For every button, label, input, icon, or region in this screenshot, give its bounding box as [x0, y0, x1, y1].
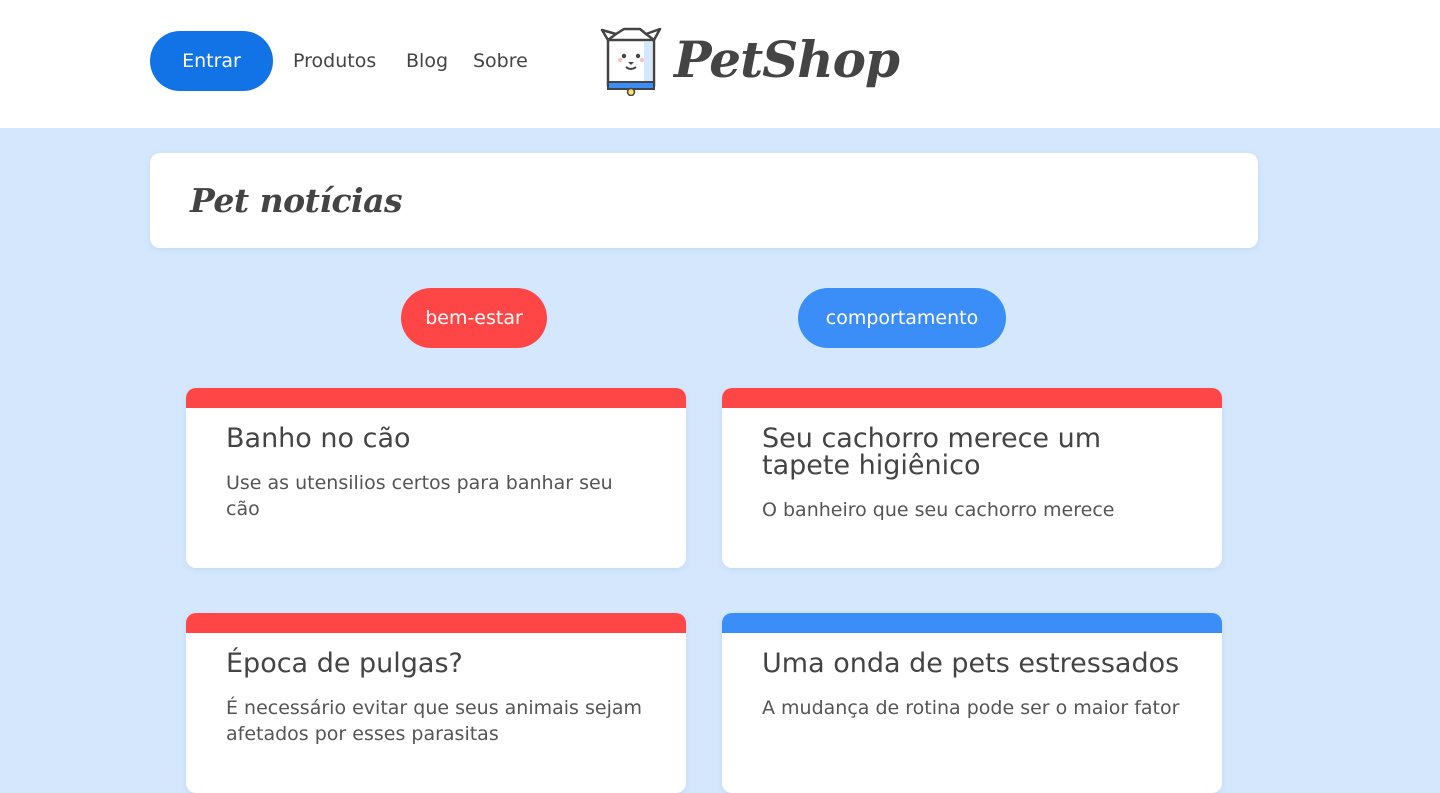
nav-link-produtos[interactable]: Produtos: [293, 49, 376, 73]
page-title-card: Pet notícias: [150, 153, 1258, 248]
post-description: É necessário evitar que seus animais sej…: [226, 697, 643, 745]
site-header: Entrar Produtos Blog Sobre PetShop: [0, 0, 1440, 128]
category-comportamento-button[interactable]: comportamento: [798, 288, 1006, 348]
post-title: Uma onda de pets estressados: [762, 648, 1180, 679]
site-logo[interactable]: PetShop: [600, 24, 900, 106]
post-title: Época de pulgas?: [226, 648, 463, 679]
category-color-bar: [722, 613, 1222, 633]
post-description: O banheiro que seu cachorro merece: [762, 499, 1115, 521]
category-color-bar: [186, 388, 686, 408]
category-color-bar: [186, 613, 686, 633]
category-color-bar: [722, 388, 1222, 408]
post-description: Use as utensilios certos para banhar seu…: [226, 472, 613, 520]
nav-link-blog[interactable]: Blog: [406, 49, 448, 73]
login-button[interactable]: Entrar: [150, 31, 273, 91]
logo-text: PetShop: [674, 30, 900, 89]
post-description: A mudança de rotina pode ser o maior fat…: [762, 697, 1180, 719]
page-title: Pet notícias: [190, 181, 403, 220]
post-title: Seu cachorro merece um tapete higiênico: [762, 423, 1102, 481]
post-title: Banho no cão: [226, 423, 411, 454]
post-card[interactable]: Seu cachorro merece um tapete higiênico …: [722, 388, 1222, 568]
post-card[interactable]: Uma onda de pets estressados A mudança d…: [722, 613, 1222, 793]
dog-box-icon: [600, 27, 662, 96]
category-bem-estar-button[interactable]: bem-estar: [401, 288, 547, 348]
nav-link-sobre[interactable]: Sobre: [473, 49, 528, 73]
post-card[interactable]: Época de pulgas? É necessário evitar que…: [186, 613, 686, 793]
post-card[interactable]: Banho no cão Use as utensilios certos pa…: [186, 388, 686, 568]
